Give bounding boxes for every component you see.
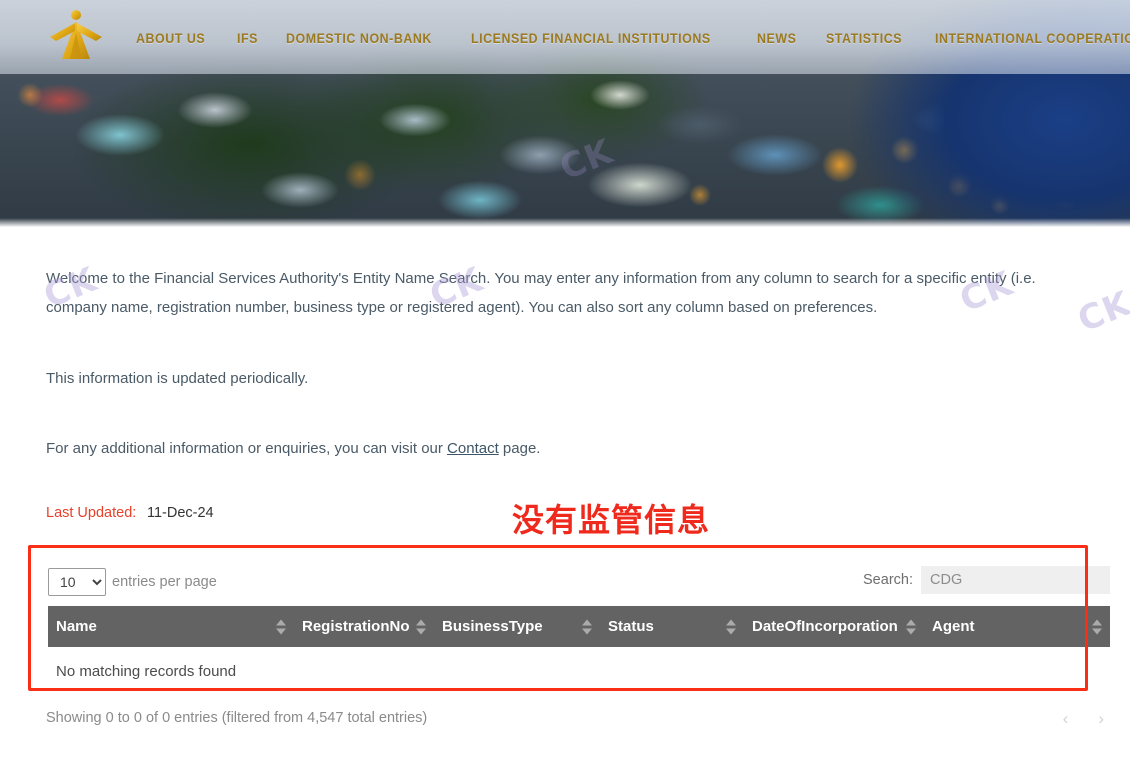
- sort-arrows-icon-status[interactable]: [726, 619, 736, 634]
- table-empty-row: No matching records found: [48, 647, 1110, 696]
- table-controls: 10 25 50 100 entries per page Search:: [0, 558, 1130, 606]
- nav-item-international-cooperation[interactable]: INTERNATIONAL COOPERATION: [923, 25, 1130, 52]
- chinese-annotation-text: 没有监管信息: [512, 501, 711, 539]
- entries-per-page-label: entries per page: [112, 574, 217, 590]
- intro-paragraph-3: For any additional information or enquir…: [0, 434, 586, 463]
- nav-item-news[interactable]: NEWS: [745, 25, 808, 52]
- logo-icon: [50, 10, 102, 59]
- contact-sentence-after: page.: [498, 440, 541, 457]
- entity-search-table-block: 10 25 50 100 entries per page Search:: [0, 558, 1130, 746]
- sort-arrows-icon-name[interactable]: [276, 619, 286, 634]
- sort-arrows-icon-dateofincorporation[interactable]: [906, 619, 916, 634]
- showing-entries-info: Showing 0 to 0 of 0 entries (filtered fr…: [46, 710, 428, 726]
- contact-page-link[interactable]: Contact: [447, 440, 499, 457]
- intro-paragraph-1: Welcome to the Financial Services Author…: [46, 270, 1036, 316]
- table-footer: Showing 0 to 0 of 0 entries (filtered fr…: [0, 700, 1130, 746]
- pagination-next-icon[interactable]: ›: [1092, 706, 1110, 731]
- table-header-row: Name RegistrationNo BusinessType Status …: [48, 606, 1110, 647]
- hero-banner: ABOUT US IFS DOMESTIC NON-BANK LICENSED …: [0, 0, 1130, 228]
- search-input[interactable]: [921, 566, 1110, 594]
- column-header-registrationno[interactable]: RegistrationNo: [294, 606, 434, 647]
- column-header-status[interactable]: Status: [600, 606, 744, 647]
- column-header-businesstype[interactable]: BusinessType: [434, 606, 600, 647]
- column-label-dateofincorporation: DateOfIncorporation: [752, 618, 898, 635]
- entries-per-page-select[interactable]: 10 25 50 100: [48, 568, 106, 596]
- meta-row: Last Updated: 11-Dec-24 没有监管信息: [0, 501, 1130, 539]
- column-header-agent[interactable]: Agent: [924, 606, 1110, 647]
- entries-per-page-control: 10 25 50 100 entries per page: [48, 568, 217, 596]
- nav-item-statistics[interactable]: STATISTICS: [814, 25, 914, 52]
- sort-arrows-icon-businesstype[interactable]: [582, 619, 592, 634]
- main-navigation: ABOUT US IFS DOMESTIC NON-BANK LICENSED …: [0, 0, 1130, 76]
- contact-sentence-before: For any additional information or enquir…: [46, 440, 448, 457]
- column-header-name[interactable]: Name: [48, 606, 294, 647]
- pagination-controls: ‹ ›: [1057, 706, 1110, 731]
- page-root: ABOUT US IFS DOMESTIC NON-BANK LICENSED …: [0, 0, 1130, 766]
- pagination-previous-icon[interactable]: ‹: [1057, 706, 1075, 731]
- column-label-status: Status: [608, 618, 654, 635]
- sort-arrows-icon-registrationno[interactable]: [416, 619, 426, 634]
- search-label: Search:: [863, 572, 913, 588]
- column-label-name: Name: [56, 618, 97, 635]
- column-label-businesstype: BusinessType: [442, 618, 543, 635]
- column-label-registrationno: RegistrationNo: [302, 618, 410, 635]
- sort-arrows-icon-agent[interactable]: [1092, 619, 1102, 634]
- nav-item-domestic-non-bank[interactable]: DOMESTIC NON-BANK: [274, 25, 444, 52]
- column-label-agent: Agent: [932, 618, 975, 635]
- last-updated-label: Last Updated:: [46, 505, 137, 521]
- search-control: Search:: [863, 566, 1110, 594]
- column-header-dateofincorporation[interactable]: DateOfIncorporation: [744, 606, 924, 647]
- nav-item-about-us[interactable]: ABOUT US: [124, 25, 217, 52]
- table-head: Name RegistrationNo BusinessType Status …: [48, 606, 1110, 647]
- intro-paragraph-2: This information is updated periodically…: [46, 370, 309, 387]
- nav-item-licensed-financial-institutions[interactable]: LICENSED FINANCIAL INSTITUTIONS: [459, 25, 723, 52]
- last-updated-value: 11-Dec-24: [147, 505, 214, 521]
- site-logo[interactable]: [44, 7, 108, 69]
- hero-bottom-fade: [0, 218, 1130, 228]
- no-records-message: No matching records found: [48, 647, 1110, 696]
- entity-results-table: Name RegistrationNo BusinessType Status …: [48, 606, 1110, 696]
- table-body: No matching records found: [48, 647, 1110, 696]
- nav-item-ifs[interactable]: IFS: [225, 25, 270, 52]
- nav-links: ABOUT US IFS DOMESTIC NON-BANK LICENSED …: [124, 25, 1130, 52]
